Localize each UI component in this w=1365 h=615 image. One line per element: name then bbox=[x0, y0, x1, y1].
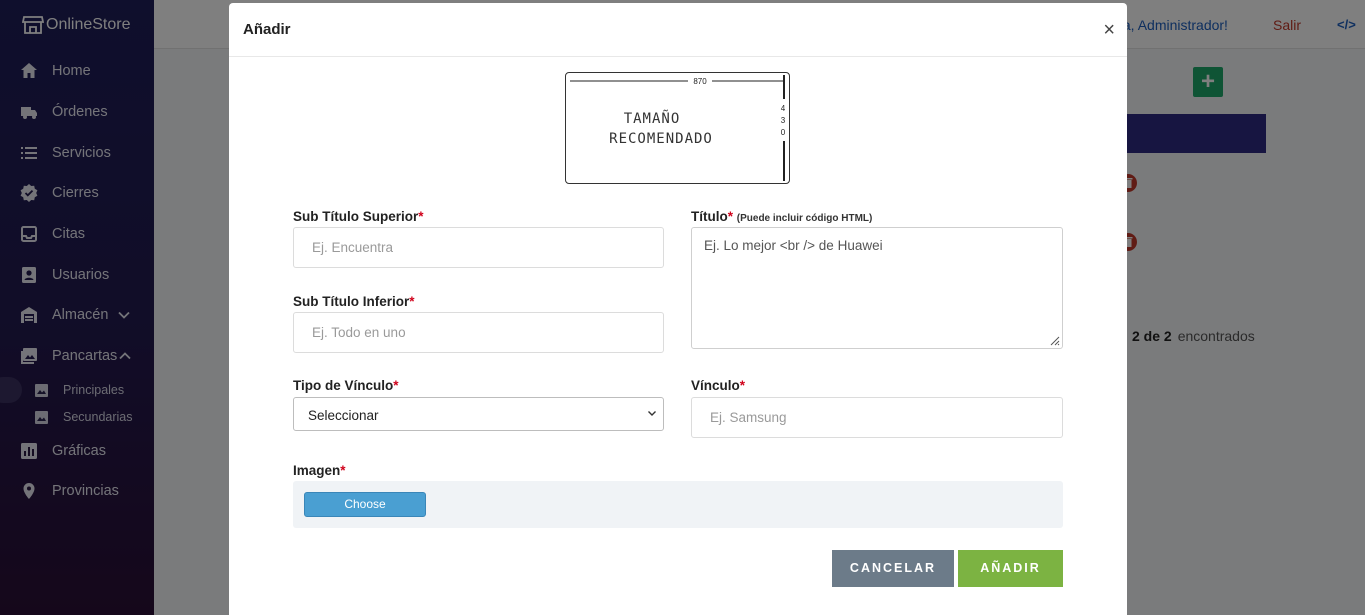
link-type-select[interactable]: Seleccionar bbox=[293, 397, 664, 431]
title-textarea[interactable]: Ej. Lo mejor <br /> de Huawei bbox=[691, 227, 1063, 349]
sub-title-top-label: Sub Título Superior* bbox=[293, 209, 424, 224]
label-text: Título bbox=[691, 209, 728, 224]
modal-title: Añadir bbox=[243, 21, 291, 38]
size-height-digit: 4 bbox=[781, 104, 786, 113]
link-type-label: Tipo de Vínculo* bbox=[293, 378, 399, 393]
size-hint-line1: TAMAÑO bbox=[624, 110, 681, 127]
title-placeholder: Ej. Lo mejor <br /> de Huawei bbox=[704, 238, 883, 253]
link-type-value: Seleccionar bbox=[308, 408, 379, 423]
label-text: Sub Título Inferior bbox=[293, 294, 410, 309]
add-button[interactable]: AÑADIR bbox=[958, 550, 1063, 587]
resize-handle-icon[interactable] bbox=[1048, 334, 1060, 346]
required-mark: * bbox=[393, 378, 399, 393]
size-width-label: 870 bbox=[693, 77, 707, 86]
required-mark: * bbox=[340, 463, 346, 478]
required-mark: * bbox=[727, 209, 734, 224]
sub-title-bottom-input[interactable]: Ej. Todo en uno bbox=[293, 312, 664, 353]
modal-header: Añadir × bbox=[229, 3, 1127, 57]
required-mark: * bbox=[739, 378, 746, 393]
label-text: Tipo de Vínculo bbox=[293, 378, 394, 393]
chevron-down-icon bbox=[648, 411, 656, 416]
image-label: Imagen* bbox=[293, 463, 346, 478]
required-mark: * bbox=[418, 209, 424, 224]
label-text: Imagen bbox=[293, 463, 341, 478]
close-icon[interactable]: × bbox=[1103, 20, 1115, 40]
title-note: (Puede incluir código HTML) bbox=[736, 213, 873, 224]
sub-title-top-input[interactable]: Ej. Encuentra bbox=[293, 227, 664, 268]
size-height-digit: 0 bbox=[781, 128, 786, 137]
title-label: Título* (Puede incluir código HTML) bbox=[691, 209, 872, 224]
label-text: Sub Título Superior bbox=[293, 209, 419, 224]
cancel-button[interactable]: CANCELAR bbox=[832, 550, 954, 587]
label-text: Vínculo bbox=[691, 378, 740, 393]
add-banner-modal: Añadir × 870 4 3 0 TAMAÑO RECOMENDADO Su… bbox=[229, 3, 1127, 615]
sub-title-bottom-label: Sub Título Inferior* bbox=[293, 294, 415, 309]
choose-file-button[interactable]: Choose bbox=[304, 492, 426, 517]
size-height-digit: 3 bbox=[781, 116, 786, 125]
recommended-size-hint: 870 4 3 0 TAMAÑO RECOMENDADO bbox=[565, 72, 790, 184]
size-hint-line2: RECOMENDADO bbox=[609, 131, 713, 147]
size-diagram: 870 4 3 0 TAMAÑO RECOMENDADO bbox=[570, 75, 786, 181]
link-label: Vínculo* bbox=[691, 378, 745, 393]
image-upload-area[interactable]: Choose bbox=[293, 481, 1063, 528]
required-mark: * bbox=[409, 294, 415, 309]
link-input[interactable]: Ej. Samsung bbox=[691, 397, 1063, 438]
